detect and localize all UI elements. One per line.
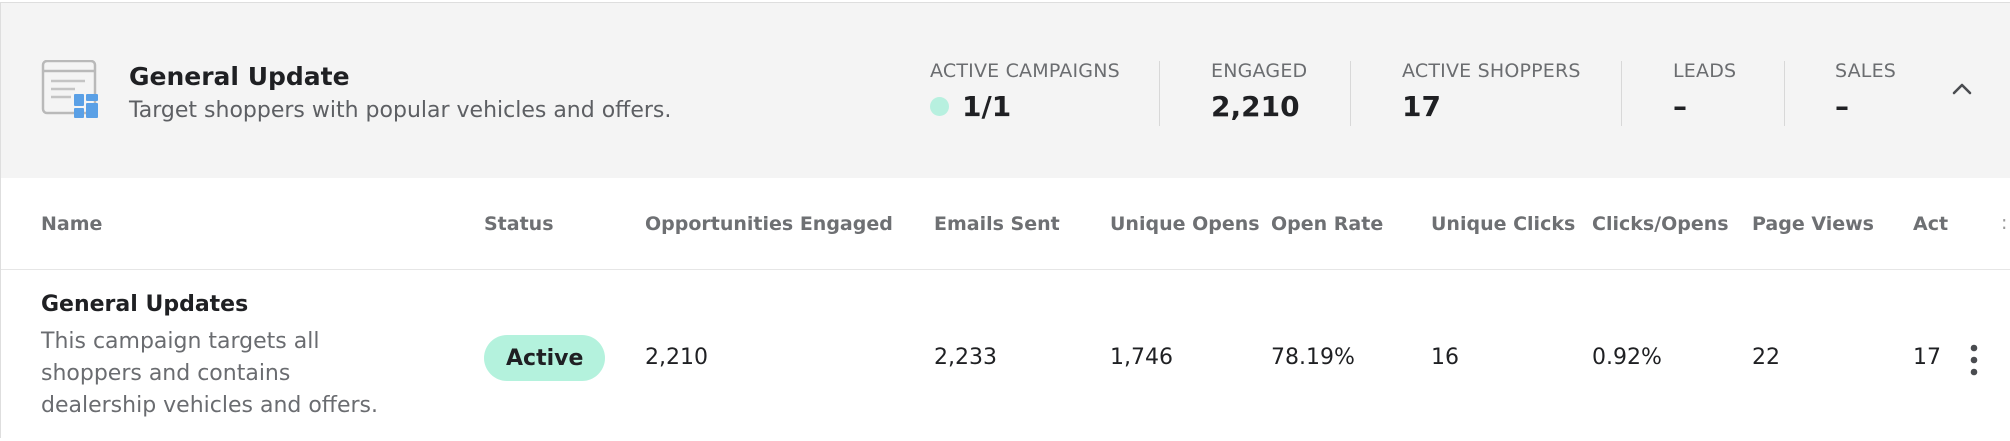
status-badge: Active (484, 335, 606, 381)
stat-leads: LEADS – (1673, 60, 1736, 123)
stat-divider (1350, 61, 1351, 126)
stat-label: ACTIVE CAMPAIGNS (930, 60, 1120, 82)
stat-engaged: ENGAGED 2,210 (1211, 60, 1307, 123)
column-header-page-views[interactable]: Page Views (1752, 213, 1874, 235)
unique-opens-cell: 1,746 (1110, 345, 1173, 370)
stat-value: – (1673, 90, 1687, 123)
column-header-clicks-opens[interactable]: Clicks/Opens (1592, 213, 1729, 235)
campaign-name-cell: General Updates This campaign targets al… (41, 292, 421, 422)
column-overflow-indicator: : (2001, 212, 2008, 234)
stat-value: 1/1 (962, 90, 1012, 123)
column-header-open-rate[interactable]: Open Rate (1271, 213, 1383, 235)
campaign-group-header[interactable]: General Update Target shoppers with popu… (1, 3, 2010, 178)
column-header-opportunities-engaged[interactable]: Opportunities Engaged (645, 213, 893, 235)
stat-active-shoppers: ACTIVE SHOPPERS 17 (1402, 60, 1581, 123)
page-views-cell: 22 (1752, 345, 1780, 370)
kebab-menu-icon[interactable] (1962, 342, 1986, 378)
campaign-group-subtitle: Target shoppers with popular vehicles an… (129, 98, 672, 123)
table-row[interactable]: General Updates This campaign targets al… (1, 270, 2010, 441)
stat-label: ENGAGED (1211, 60, 1308, 82)
stat-sales: SALES – (1835, 60, 1896, 123)
stat-divider (1159, 61, 1160, 126)
open-rate-cell: 78.19% (1271, 345, 1355, 370)
column-header-unique-clicks[interactable]: Unique Clicks (1431, 213, 1575, 235)
stat-divider (1621, 61, 1622, 126)
unique-clicks-cell: 16 (1431, 345, 1459, 370)
stat-value: – (1835, 90, 1849, 123)
act-cell: 17 (1913, 345, 1941, 370)
campaign-group-title: General Update (129, 62, 350, 91)
stat-active-campaigns: ACTIVE CAMPAIGNS 1/1 (930, 60, 1120, 123)
opportunities-engaged-cell: 2,210 (645, 345, 708, 370)
column-header-act[interactable]: Act (1913, 213, 1948, 235)
stat-label: SALES (1835, 60, 1897, 82)
campaign-layout-icon (41, 60, 98, 118)
campaign-name[interactable]: General Updates (41, 292, 421, 317)
stat-label: ACTIVE SHOPPERS (1402, 60, 1581, 82)
clicks-opens-cell: 0.92% (1592, 345, 1662, 370)
campaign-group-card: General Update Target shoppers with popu… (0, 2, 2010, 438)
stat-value: 17 (1402, 90, 1441, 123)
column-header-status[interactable]: Status (484, 213, 554, 235)
active-status-dot (930, 97, 949, 116)
emails-sent-cell: 2,233 (934, 345, 997, 370)
stat-label: LEADS (1673, 60, 1737, 82)
campaign-table-header: Name Status Opportunities Engaged Emails… (1, 178, 2010, 270)
campaign-description: This campaign targets all shoppers and c… (41, 329, 378, 418)
column-header-unique-opens[interactable]: Unique Opens (1110, 213, 1260, 235)
stat-value: 2,210 (1211, 90, 1300, 123)
stat-divider (1784, 61, 1785, 126)
column-header-name[interactable]: Name (41, 213, 102, 235)
column-header-emails-sent[interactable]: Emails Sent (934, 213, 1060, 235)
chevron-up-icon[interactable] (1947, 74, 1977, 104)
